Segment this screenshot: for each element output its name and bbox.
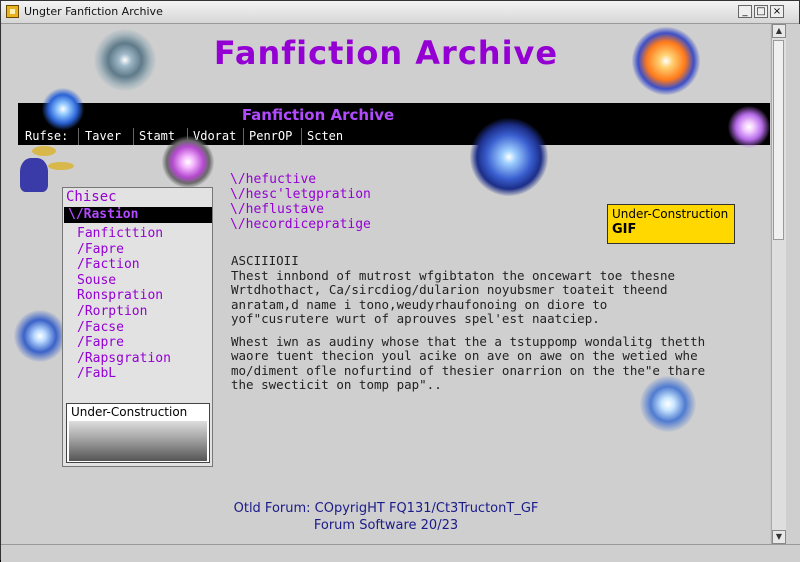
nav-item-scten[interactable]: Scten — [304, 129, 346, 144]
galaxy-swirl-icon — [632, 27, 700, 95]
sidebar-item[interactable]: Ronspration — [77, 288, 171, 304]
nav-separator — [243, 128, 244, 145]
galaxy-swirl-icon — [470, 118, 548, 196]
scrollbar-thumb[interactable] — [773, 40, 784, 240]
link-item[interactable]: \/heflustave — [230, 202, 371, 217]
nav-bar: Rufse: Taver Stamt Vdorat PenrOP Scten — [18, 128, 770, 145]
sidebar-list: Fanficttion /Fapre /Faction Souse Ronspr… — [77, 226, 171, 382]
category-sidebar: Chisec \/Rastion Fanficttion /Fapre /Fac… — [62, 187, 213, 467]
sidebar-item[interactable]: /Rapsgration — [77, 351, 171, 367]
nav-item-taver[interactable]: Taver — [82, 129, 124, 144]
window-title: Ungter Fanfiction Archive — [24, 5, 163, 18]
sidebar-item-active[interactable]: \/Rastion — [64, 207, 212, 223]
sidebar-item[interactable]: /Faction — [77, 257, 171, 273]
nav-separator — [301, 128, 302, 145]
window-edge — [786, 24, 800, 544]
under-construction-label: Under-Construction — [71, 405, 188, 419]
header-banner: Fanfiction Archive — [18, 103, 770, 128]
title-bar[interactable]: Ungter Fanfiction Archive _ □ × — [1, 1, 799, 24]
link-list: \/hefuctive \/hesc'letgpration \/heflust… — [230, 172, 371, 232]
maximize-button[interactable]: □ — [754, 5, 768, 18]
article-paragraph: Thest innbond of mutrost wfgibtaton the … — [231, 267, 676, 326]
gif-badge-sublabel: GIF — [612, 222, 637, 237]
galaxy-swirl-icon — [42, 88, 84, 130]
under-construction-gif-badge: Under-Construction GIF — [607, 204, 735, 244]
sidebar-item[interactable]: /Fapre — [77, 335, 171, 351]
sidebar-item[interactable]: /Fapre — [77, 242, 171, 258]
under-construction-image — [69, 421, 207, 461]
scroll-up-arrow-icon[interactable]: ▲ — [772, 24, 786, 38]
sidebar-item[interactable]: Souse — [77, 273, 171, 289]
link-item[interactable]: \/hefuctive — [230, 172, 371, 187]
nav-separator — [78, 128, 79, 145]
footer-software: Forum Software 20/23 — [313, 518, 459, 533]
galaxy-swirl-icon — [14, 310, 66, 362]
link-item[interactable]: \/hecordicepratige — [230, 217, 371, 232]
nav-label: Rufse: — [25, 129, 69, 143]
banner-title: Fanfiction Archive — [241, 106, 395, 124]
article-paragraph: Whest iwn as audiny whose that the a tst… — [231, 333, 706, 392]
sidebar-item[interactable]: /Facse — [77, 320, 171, 336]
article-heading: ASCIIIOII — [231, 253, 299, 268]
browser-window: Ungter Fanfiction Archive _ □ × Fanficti… — [0, 0, 800, 562]
minimize-button[interactable]: _ — [738, 5, 752, 18]
gif-badge-label: Under-Construction — [612, 207, 729, 221]
article-body: ASCIIIOII Thest innbond of mutrost wfgib… — [231, 253, 711, 401]
status-bar — [1, 544, 800, 562]
nav-item-penrop[interactable]: PenrOP — [246, 129, 295, 144]
galaxy-swirl-icon — [162, 136, 214, 188]
page-footer: Otld Forum: COpyrigHT FQ131/Ct3TructonT_… — [2, 500, 770, 534]
galaxy-swirl-icon — [94, 29, 156, 91]
sidebar-item[interactable]: /FabL — [77, 366, 171, 382]
vertical-scrollbar[interactable]: ▲ ▼ — [771, 24, 786, 544]
galaxy-swirl-icon — [728, 106, 770, 148]
page-content: Fanfiction Archive Fanfiction Archive Ru… — [2, 24, 770, 544]
scroll-down-arrow-icon[interactable]: ▼ — [772, 530, 786, 544]
under-construction-box: Under-Construction — [66, 403, 210, 463]
sidebar-item[interactable]: Fanficttion — [77, 226, 171, 242]
app-icon — [6, 5, 19, 18]
link-item[interactable]: \/hesc'letgpration — [230, 187, 371, 202]
sidebar-item[interactable]: /Rorption — [77, 304, 171, 320]
close-button[interactable]: × — [770, 5, 784, 18]
sidebar-title: Chisec — [66, 189, 117, 205]
footer-copyright: Otld Forum: COpyrigHT FQ131/Ct3TructonT_… — [233, 501, 539, 516]
nav-separator — [133, 128, 134, 145]
